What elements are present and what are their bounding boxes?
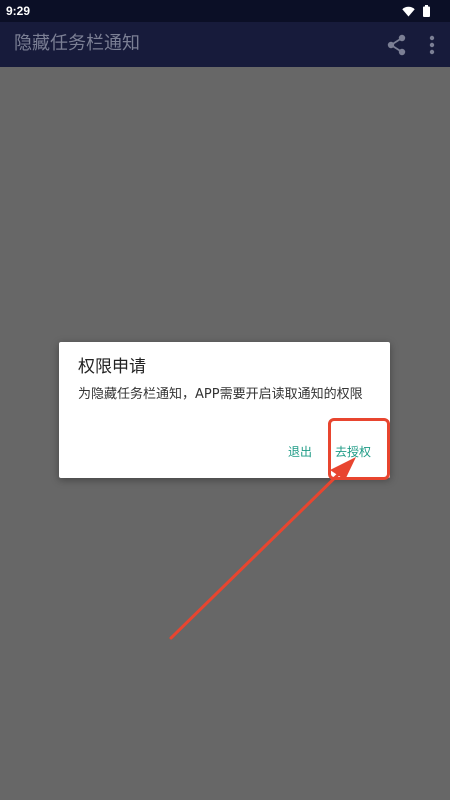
exit-button[interactable]: 退出 (288, 444, 312, 460)
wifi-icon (402, 2, 415, 21)
app-bar: 隐藏任务栏通知 (0, 22, 450, 67)
share-button[interactable] (384, 32, 410, 58)
status-time: 9:29 (6, 4, 31, 18)
more-vert-icon (429, 35, 435, 55)
share-icon (387, 34, 406, 56)
highlight-box (328, 418, 390, 480)
battery-icon (423, 2, 430, 21)
more-options-button[interactable] (422, 32, 442, 58)
dialog-message: 为隐藏任务栏通知，APP需要开启读取通知的权限 (78, 387, 363, 402)
app-title: 隐藏任务栏通知 (14, 33, 140, 54)
status-bar: 9:29 (0, 0, 450, 22)
dialog-title: 权限申请 (78, 357, 146, 377)
status-icons (402, 4, 430, 18)
